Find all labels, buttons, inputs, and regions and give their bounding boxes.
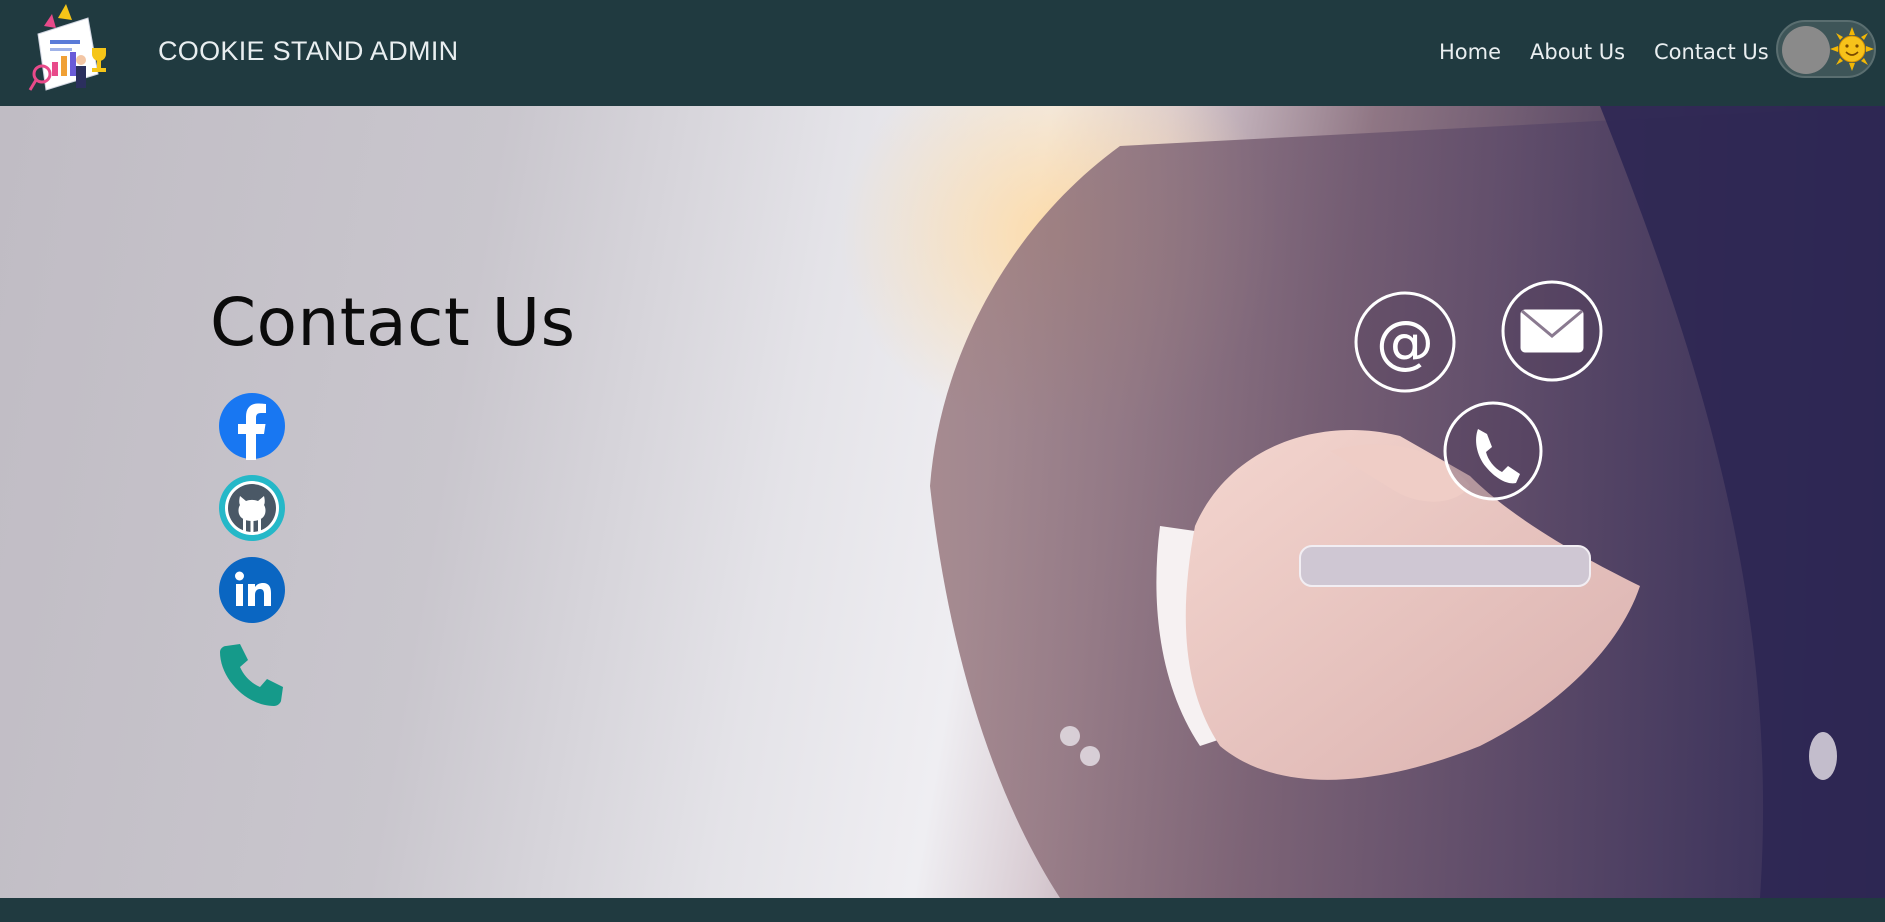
footer [0, 898, 1885, 922]
nav-home-link[interactable]: Home [1439, 40, 1501, 64]
facebook-icon[interactable] [218, 392, 286, 460]
navbar: COOKIE STAND ADMIN Home About Us Contact… [0, 0, 1885, 106]
github-icon[interactable] [218, 474, 286, 542]
sun-icon [1830, 27, 1874, 71]
phone-icon[interactable] [218, 640, 286, 708]
theme-toggle[interactable] [1776, 20, 1876, 78]
brand-title[interactable]: COOKIE STAND ADMIN [158, 36, 458, 67]
nav-about-link[interactable]: About Us [1530, 40, 1625, 64]
page-title: Contact Us [210, 284, 576, 361]
svg-text:@: @ [1376, 308, 1434, 376]
toggle-knob [1782, 26, 1830, 74]
logo-icon[interactable] [28, 4, 112, 102]
contact-hero: @ Contact Us [0, 106, 1885, 898]
linkedin-icon[interactable] [218, 556, 286, 624]
nav-contact-link[interactable]: Contact Us [1654, 40, 1769, 64]
